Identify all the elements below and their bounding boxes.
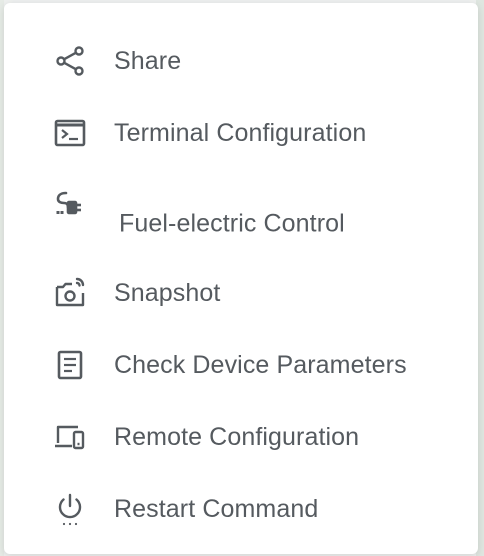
menu-item-terminal-configuration[interactable]: Terminal Configuration	[4, 97, 478, 169]
document-icon	[52, 347, 88, 383]
menu-item-label: Terminal Configuration	[114, 118, 367, 147]
menu-item-check-device-parameters[interactable]: Check Device Parameters	[4, 329, 478, 401]
menu-item-label: Snapshot	[114, 278, 221, 307]
menu-item-share[interactable]: Share	[4, 25, 478, 97]
power-icon	[52, 491, 88, 527]
menu-item-label: Share	[114, 46, 182, 75]
menu-item-snapshot[interactable]: Snapshot	[4, 257, 478, 329]
menu-item-remote-configuration[interactable]: Remote Configuration	[4, 401, 478, 473]
plug-icon	[52, 189, 88, 225]
menu-item-label: Remote Configuration	[114, 422, 360, 451]
context-menu: Share Terminal Configuration Fuel-electr	[4, 3, 478, 554]
devices-icon	[52, 419, 88, 455]
terminal-icon	[52, 115, 88, 151]
menu-item-label: Check Device Parameters	[114, 350, 407, 379]
menu-item-fuel-electric-control[interactable]: Fuel-electric Control	[4, 169, 478, 257]
camera-icon	[52, 275, 88, 311]
menu-item-label: Fuel-electric Control	[119, 209, 345, 238]
menu-item-restart-command[interactable]: Restart Command	[4, 473, 478, 545]
menu-item-label: Restart Command	[114, 494, 319, 523]
share-icon	[52, 43, 88, 79]
